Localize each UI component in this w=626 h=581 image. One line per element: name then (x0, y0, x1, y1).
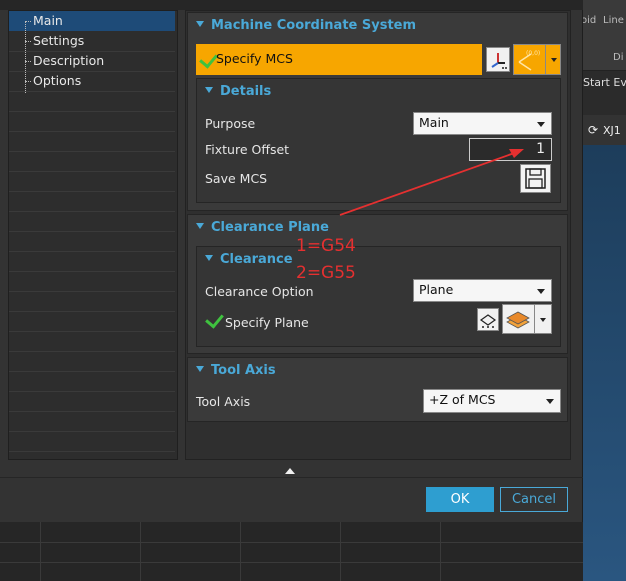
nav-item-main-label: Main (33, 13, 63, 28)
chevron-down-icon (546, 399, 554, 404)
collapse-arrow-icon (205, 87, 213, 93)
tool-axis-value: +Z of MCS (429, 392, 496, 407)
clearance-sub-title: Clearance (220, 252, 293, 267)
ok-button[interactable]: OK (426, 487, 494, 512)
background-sheet (0, 522, 583, 581)
dialog-content: Machine Coordinate System Specify MCS (0… (185, 10, 571, 460)
fixture-offset-input[interactable]: 1 (469, 138, 552, 161)
fixture-offset-value: 1 (536, 141, 545, 157)
clearance-plane-header[interactable]: Clearance Plane (196, 220, 329, 235)
save-mcs-label: Save MCS (205, 171, 268, 186)
checkmark-icon (205, 309, 224, 329)
clearance-option-dropdown[interactable]: Plane (413, 279, 552, 302)
purpose-value: Main (419, 115, 449, 130)
bg-tab-icon: ⟳ (588, 123, 599, 137)
collapse-arrow-icon (196, 223, 204, 229)
chevron-down-icon (540, 318, 546, 322)
clearance-header[interactable]: Clearance (205, 252, 293, 267)
csys-dialog-button[interactable] (486, 47, 510, 72)
bg-start-event-label: Start Eve (583, 76, 626, 89)
chevron-down-icon (551, 58, 557, 62)
svg-text:(0,0): (0,0) (526, 50, 540, 57)
collapse-arrow-icon (196, 21, 204, 27)
mcs-section-header[interactable]: Machine Coordinate System (196, 18, 416, 33)
specify-mcs-row[interactable]: Specify MCS (196, 44, 482, 75)
plane-type-dropdown[interactable] (502, 304, 552, 334)
cancel-button[interactable]: Cancel (500, 487, 568, 512)
clearance-option-value: Plane (419, 282, 454, 297)
csys-icon (491, 53, 507, 69)
collapse-arrow-icon (205, 255, 213, 261)
dialog-divider (0, 477, 583, 478)
bg-toolbar-sub-label: Di (613, 52, 624, 63)
mcs-dialog: Main Settings Description Options Machin… (0, 0, 583, 522)
plane-icon (506, 311, 530, 329)
background-application: oid Line Di Start Eve ⟳ XJ1 (581, 0, 626, 581)
purpose-label: Purpose (205, 116, 256, 131)
csys-type-dropdown[interactable]: (0,0) (513, 44, 561, 75)
nav-item-options-label: Options (33, 73, 82, 88)
nav-item-settings[interactable]: Settings (9, 31, 175, 51)
nav-item-main[interactable]: Main (9, 11, 175, 31)
tool-axis-title: Tool Axis (211, 363, 276, 378)
plane-dialog-button[interactable] (477, 308, 499, 331)
bg-tab-row: ⟳ XJ1 (583, 115, 626, 145)
clearance-plane-title: Clearance Plane (211, 220, 329, 235)
details-title: Details (220, 84, 272, 99)
bg-toolbar-label-2: Line (603, 15, 624, 26)
chevron-down-icon (537, 289, 545, 294)
plane-dialog-icon (479, 314, 497, 328)
clearance-option-label: Clearance Option (205, 284, 314, 299)
tool-axis-dropdown[interactable]: +Z of MCS (423, 389, 561, 413)
save-mcs-button[interactable] (520, 164, 551, 193)
specify-plane-label: Specify Plane (225, 315, 309, 330)
specify-mcs-label: Specify MCS (216, 51, 293, 66)
dialog-title-strip (0, 0, 583, 10)
details-subsection: Details Purpose Main Fixture Offset 1 Sa… (196, 78, 561, 203)
clearance-subsection: Clearance Clearance Option Plane Specify… (196, 246, 561, 347)
nav-item-options[interactable]: Options (9, 71, 175, 91)
bg-toolbar-label-1: oid (581, 15, 597, 26)
bg-viewport (583, 145, 626, 581)
nav-item-description[interactable]: Description (9, 51, 175, 71)
mcs-section-title: Machine Coordinate System (211, 18, 417, 33)
tool-axis-section: Tool Axis Tool Axis +Z of MCS (187, 357, 568, 422)
collapse-arrow-icon (196, 366, 204, 372)
clearance-plane-section: Clearance Plane Clearance Clearance Opti… (187, 214, 568, 354)
tool-axis-label: Tool Axis (196, 394, 251, 409)
mcs-section: Machine Coordinate System Specify MCS (0… (187, 12, 568, 211)
fixture-offset-label: Fixture Offset (205, 142, 290, 157)
nav-item-settings-label: Settings (33, 33, 85, 48)
details-header[interactable]: Details (205, 84, 271, 99)
annotation-text-g55: 2=G55 (296, 263, 356, 283)
dynamic-csys-icon: (0,0) (518, 50, 540, 71)
tool-axis-header[interactable]: Tool Axis (196, 363, 276, 378)
annotation-text-g54: 1=G54 (296, 236, 356, 256)
save-icon (525, 168, 546, 189)
expand-dialog-icon[interactable] (285, 468, 295, 474)
nav-item-description-label: Description (33, 53, 105, 68)
background-toolbar: oid Line Di (581, 0, 626, 71)
bg-tab-label[interactable]: XJ1 (603, 124, 621, 137)
chevron-down-icon (537, 122, 545, 127)
tree-connector (25, 21, 27, 93)
purpose-dropdown[interactable]: Main (413, 112, 552, 135)
navigation-tree: Main Settings Description Options (8, 10, 178, 460)
